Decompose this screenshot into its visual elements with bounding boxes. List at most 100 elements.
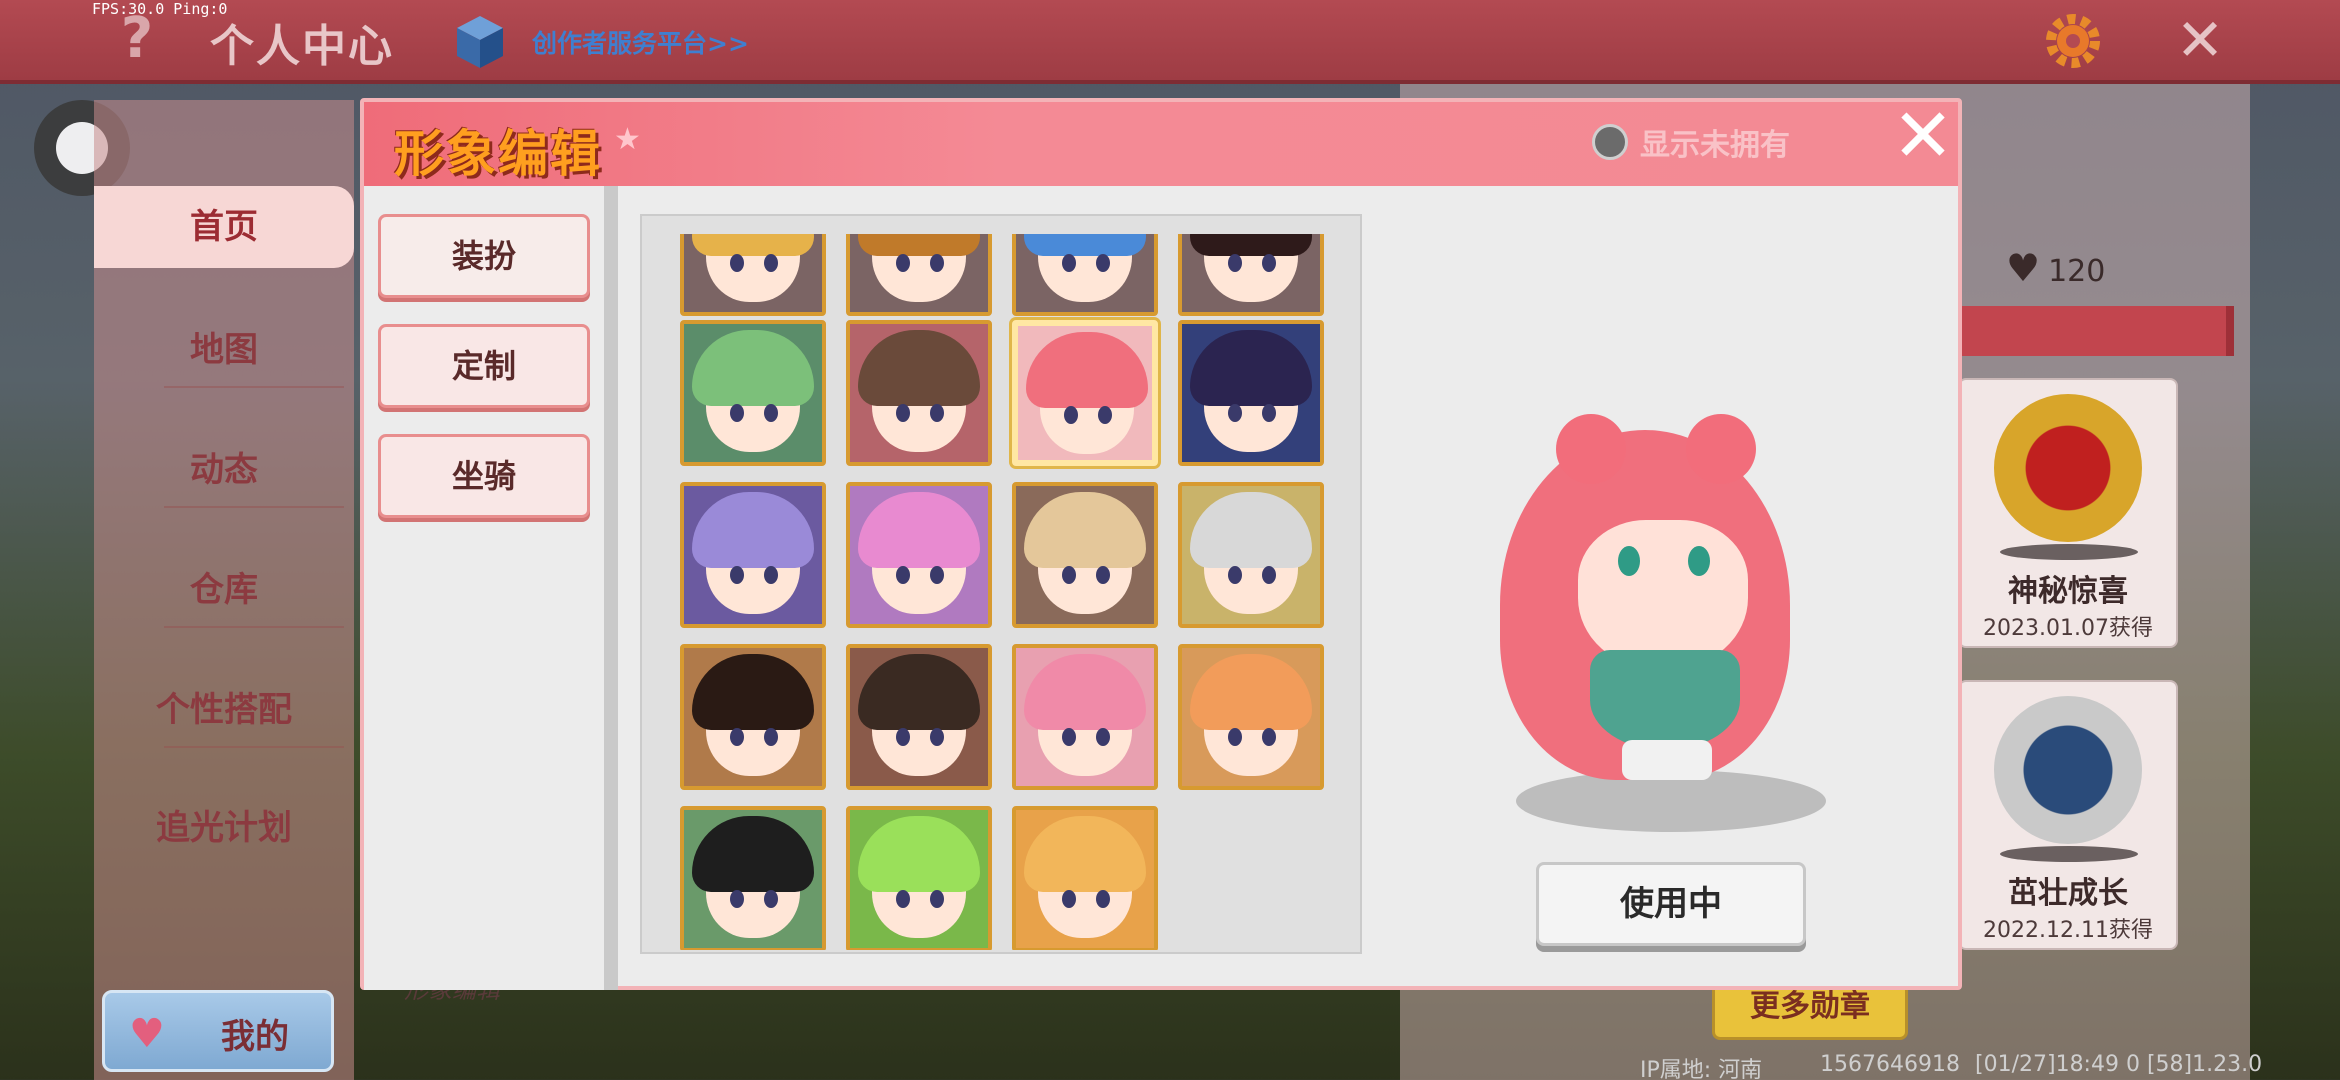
avatar-tile[interactable] xyxy=(680,234,826,316)
avatar-tile[interactable] xyxy=(1178,234,1324,316)
avatar-hair xyxy=(858,654,980,730)
avatar-hair xyxy=(858,492,980,568)
medal-date: 2023.01.07获得 xyxy=(1983,616,2153,641)
nav-item-light-chasing[interactable]: 追光计划 xyxy=(94,800,354,849)
avatar-eye xyxy=(1062,890,1076,908)
tab-custom[interactable]: 定制 xyxy=(378,324,590,408)
medal-shadow xyxy=(2000,544,2138,560)
avatar-eye xyxy=(730,254,744,272)
avatar-eye xyxy=(896,566,910,584)
avatar-eye xyxy=(1096,728,1110,746)
profile-red-band xyxy=(1950,306,2234,356)
close-icon[interactable]: ✕ xyxy=(2170,10,2230,70)
avatar-hair xyxy=(858,816,980,892)
character-dress xyxy=(1590,650,1740,750)
avatar-eye xyxy=(764,254,778,272)
avatar-tile[interactable] xyxy=(1178,644,1324,790)
avatar-eye xyxy=(1262,728,1276,746)
medal-shadow xyxy=(2000,846,2138,862)
avatar-tile[interactable] xyxy=(1012,320,1158,466)
avatar-hair xyxy=(858,330,980,406)
avatar-eye xyxy=(1262,254,1276,272)
avatar-tile[interactable] xyxy=(680,644,826,790)
avatar-eye xyxy=(764,566,778,584)
avatar-tile[interactable] xyxy=(1012,482,1158,628)
page-title: 个人中心 xyxy=(210,21,394,72)
likes-count: 120 xyxy=(2048,254,2106,289)
my-profile-label: 我的 xyxy=(221,1017,289,1057)
avatar-hair xyxy=(692,654,814,730)
avatar-tile[interactable] xyxy=(1012,644,1158,790)
avatar-eye xyxy=(930,566,944,584)
avatar-eye xyxy=(730,890,744,908)
category-tabs: 装扮 定制 坐骑 xyxy=(364,186,604,990)
avatar-hair xyxy=(1024,654,1146,730)
tab-mount[interactable]: 坐骑 xyxy=(378,434,590,518)
show-unowned-toggle[interactable]: 显示未拥有 xyxy=(1592,122,1790,163)
gift-medal-icon xyxy=(1994,394,2142,542)
character-face xyxy=(1578,520,1748,670)
cube-icon[interactable] xyxy=(455,14,505,70)
medal-name: 茁壮成长 xyxy=(2008,876,2128,911)
tab-costume[interactable]: 装扮 xyxy=(378,214,590,298)
avatar-hair xyxy=(858,234,980,256)
question-mark-icon[interactable]: ? xyxy=(112,8,162,70)
avatar-tile[interactable] xyxy=(680,482,826,628)
medal-card[interactable]: 茁壮成长 2022.12.11获得 xyxy=(1958,680,2178,950)
avatar-tile[interactable] xyxy=(680,320,826,466)
nav-item-home[interactable]: 首页 xyxy=(94,186,354,268)
radio-button[interactable] xyxy=(1592,124,1628,160)
avatar-eye xyxy=(896,404,910,422)
show-unowned-label: 显示未拥有 xyxy=(1640,128,1790,163)
character-bun-left xyxy=(1556,414,1626,484)
avatar-tile[interactable] xyxy=(846,234,992,316)
avatar-hair xyxy=(1190,330,1312,406)
avatar-eye xyxy=(1262,566,1276,584)
character-bun-right xyxy=(1686,414,1756,484)
close-icon[interactable]: ✕ xyxy=(1884,99,1962,174)
user-id: 1567646918 xyxy=(1820,1052,1960,1077)
avatar-eye xyxy=(1228,566,1242,584)
modal-header: 形象编辑 ★ 显示未拥有 ✕ xyxy=(364,99,1958,186)
avatar-eye xyxy=(730,728,744,746)
nav-item-warehouse[interactable]: 仓库 xyxy=(94,562,354,611)
avatar-tile[interactable] xyxy=(1178,320,1324,466)
avatar-tile[interactable] xyxy=(846,806,992,950)
avatar-eye xyxy=(1228,404,1242,422)
nav-item-map[interactable]: 地图 xyxy=(94,322,354,371)
avatar-tile[interactable] xyxy=(680,806,826,950)
avatar-grid[interactable] xyxy=(642,234,1360,950)
avatar-eye xyxy=(730,404,744,422)
nav-divider xyxy=(164,386,344,388)
avatar-eye xyxy=(930,728,944,746)
creator-platform-link[interactable]: 创作者服务平台>> xyxy=(532,24,749,60)
avatar-eye xyxy=(730,566,744,584)
likes-counter: ♥ 120 xyxy=(2006,246,2105,290)
avatar-hair xyxy=(692,330,814,406)
medal-name: 神秘惊喜 xyxy=(2008,574,2128,609)
avatar-eye xyxy=(764,890,778,908)
frog-medal-icon xyxy=(1994,696,2142,844)
my-profile-button[interactable]: ♥ 我的 xyxy=(102,990,334,1072)
avatar-eye xyxy=(1096,254,1110,272)
avatar-hair xyxy=(1026,332,1148,408)
double-heart-icon: ♥ xyxy=(2006,246,2041,290)
avatar-tile[interactable] xyxy=(1012,234,1158,316)
column-divider xyxy=(604,186,618,990)
avatar-tile[interactable] xyxy=(846,644,992,790)
avatar-hair xyxy=(1024,492,1146,568)
avatar-tile[interactable] xyxy=(1178,482,1324,628)
avatar-eye xyxy=(1062,254,1076,272)
in-use-button[interactable]: 使用中 xyxy=(1536,862,1806,946)
avatar-eye xyxy=(1064,406,1078,424)
avatar-tile[interactable] xyxy=(1012,806,1158,950)
medal-card[interactable]: 神秘惊喜 2023.01.07获得 xyxy=(1958,378,2178,648)
nav-item-feed[interactable]: 动态 xyxy=(94,442,354,491)
avatar-tile[interactable] xyxy=(846,320,992,466)
avatar-tile[interactable] xyxy=(846,482,992,628)
gear-icon[interactable] xyxy=(2040,8,2106,74)
character-eye-left xyxy=(1618,546,1640,576)
nav-item-outfit[interactable]: 个性搭配 xyxy=(94,682,354,731)
avatar-eye xyxy=(1228,254,1242,272)
avatar-hair xyxy=(692,234,814,256)
